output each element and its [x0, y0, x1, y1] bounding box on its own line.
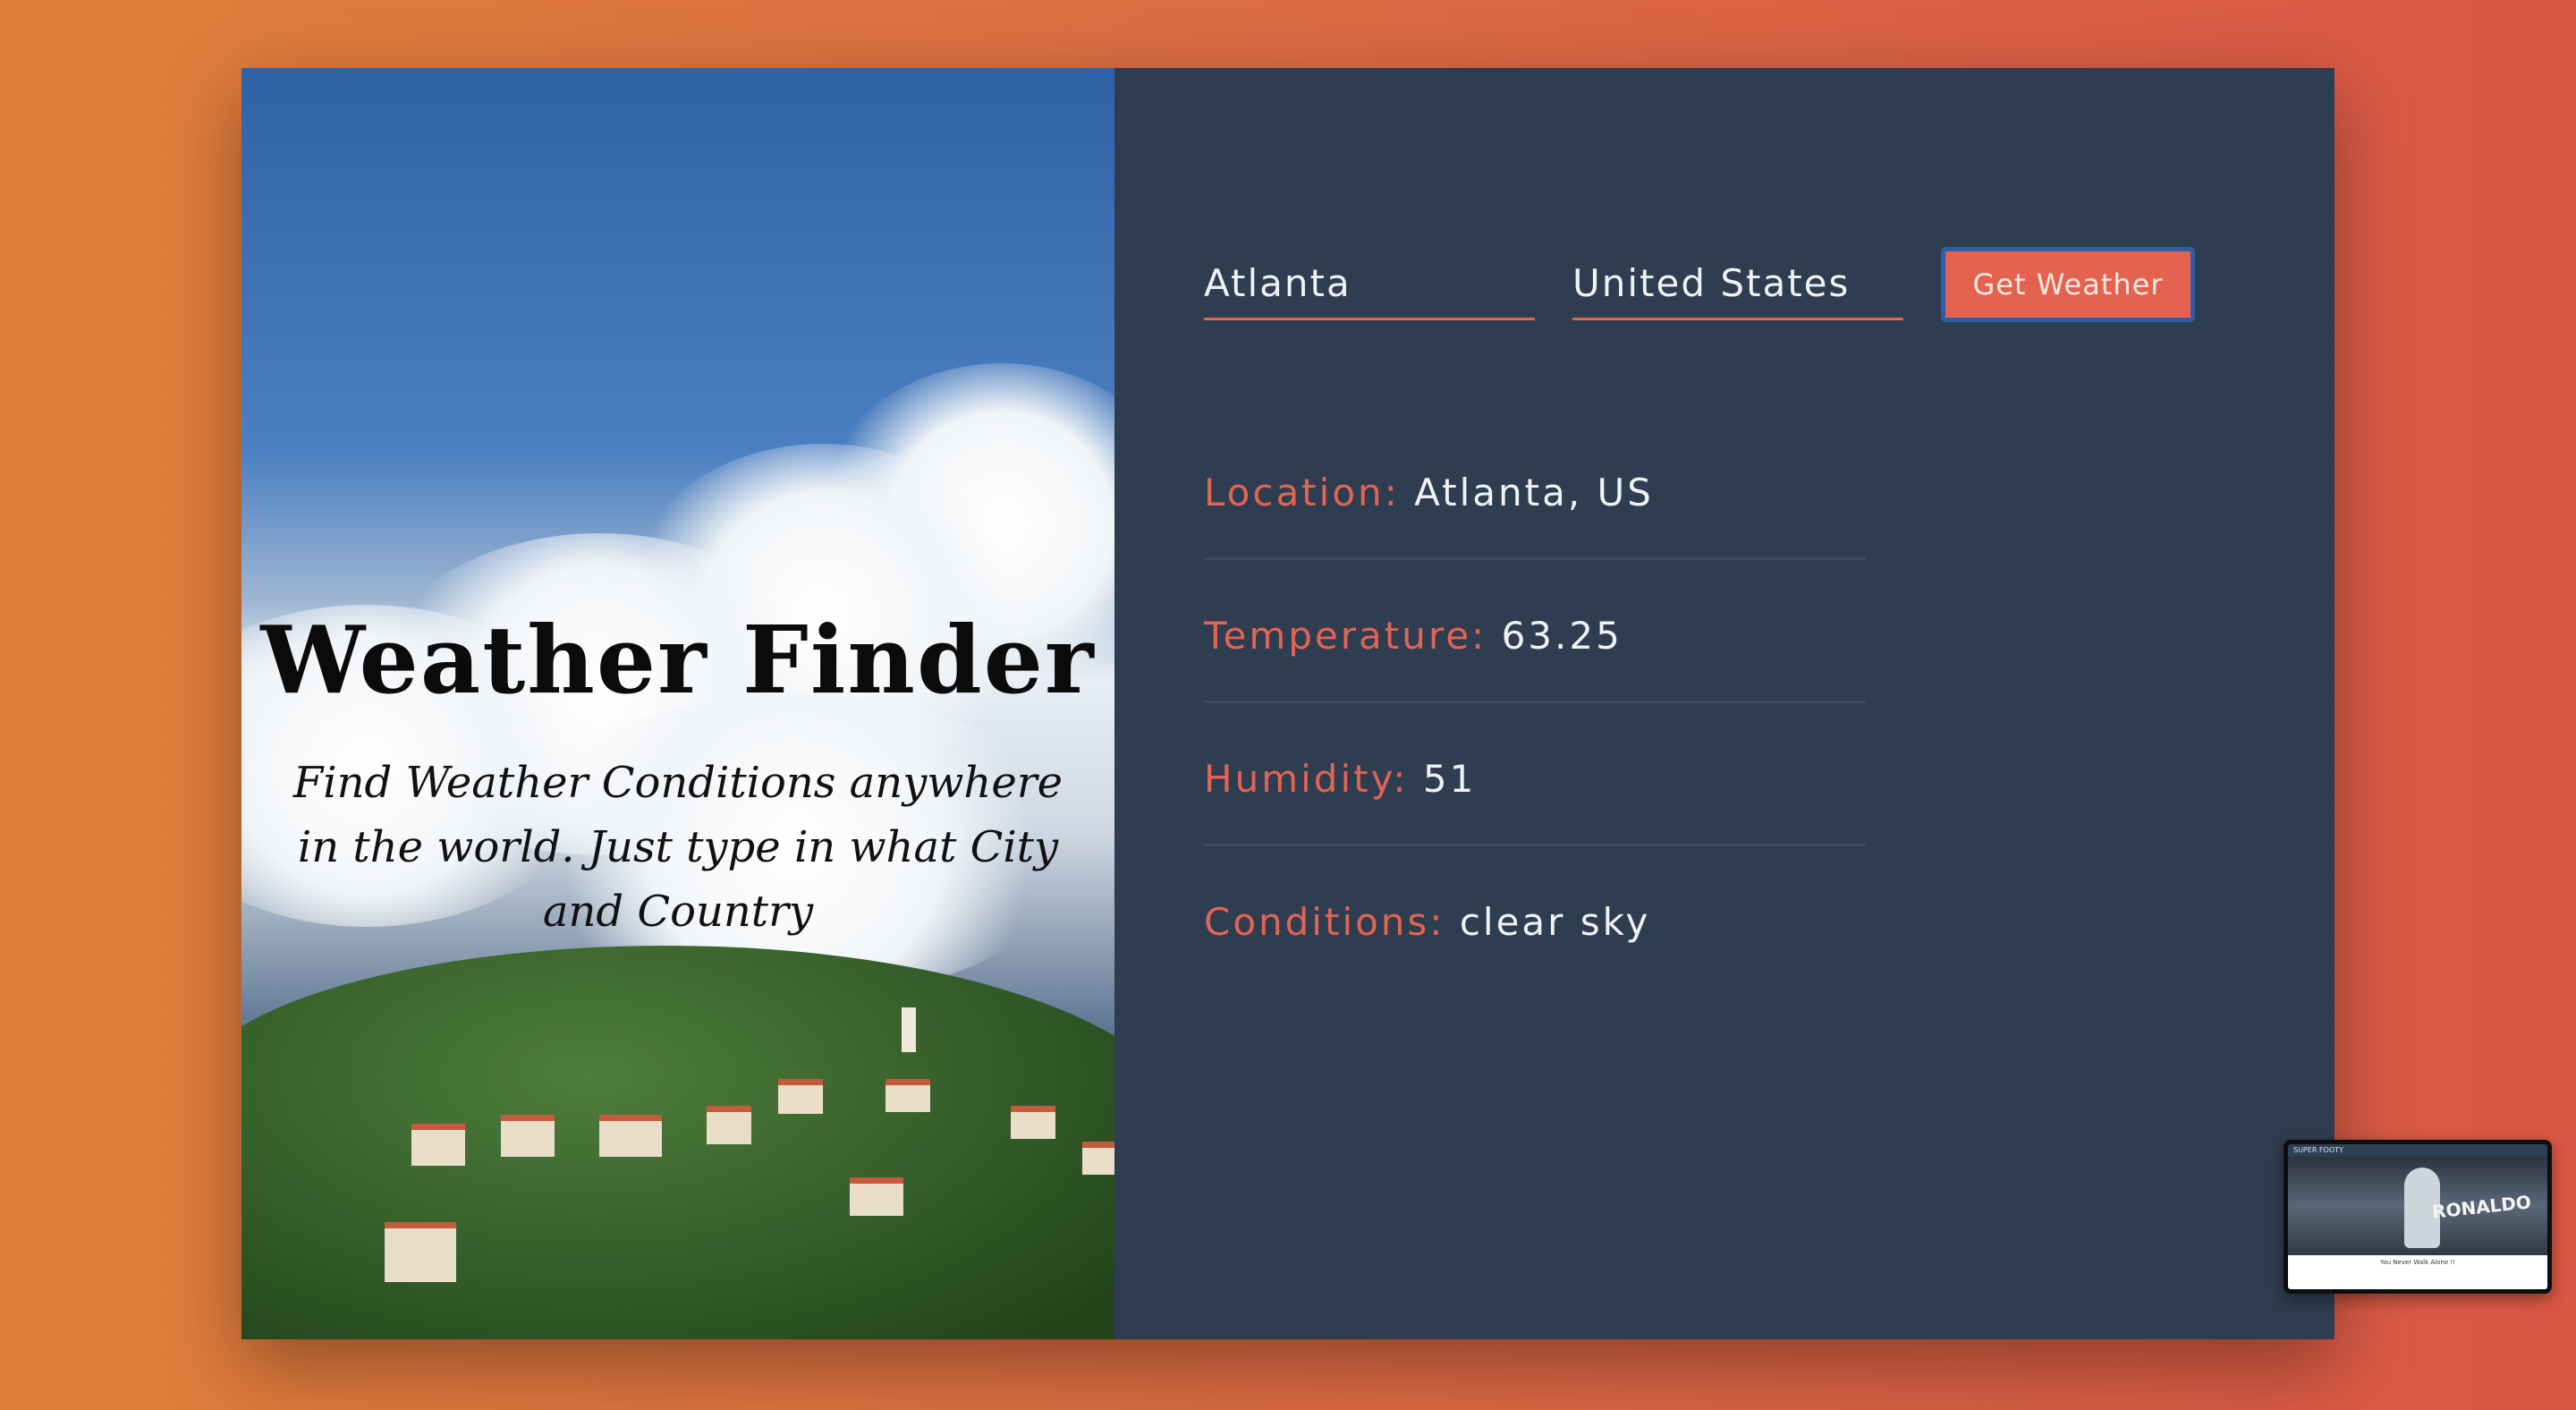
church-tower [902, 1007, 916, 1052]
weather-results: Location: Atlanta, US Temperature: 63.25… [1204, 417, 1866, 990]
house [411, 1124, 465, 1166]
result-location: Location: Atlanta, US [1204, 417, 1866, 560]
house [385, 1222, 456, 1282]
thumbnail-title: SUPER FOOTY [2288, 1144, 2547, 1157]
page-subtitle: Find Weather Conditions anywhere in the … [292, 758, 1063, 937]
city-input[interactable] [1204, 249, 1535, 320]
hero-text: Weather Finder Find Weather Conditions a… [242, 605, 1114, 944]
preview-thumbnail[interactable]: SUPER FOOTY RONALDO You Never Walk Alone… [2284, 1140, 2552, 1294]
result-value: 51 [1422, 757, 1477, 801]
result-conditions: Conditions: clear sky [1204, 846, 1866, 990]
result-value: Atlanta, US [1414, 471, 1654, 514]
result-humidity: Humidity: 51 [1204, 703, 1866, 846]
country-input[interactable] [1572, 249, 1903, 320]
result-label: Conditions: [1204, 900, 1445, 944]
house [778, 1079, 823, 1114]
house [1082, 1142, 1114, 1175]
page-title: Weather Finder [260, 605, 1096, 715]
house [886, 1079, 930, 1112]
result-value: clear sky [1459, 900, 1651, 944]
result-value: 63.25 [1501, 614, 1623, 658]
house [599, 1115, 662, 1157]
result-label: Temperature: [1204, 614, 1487, 658]
house [1011, 1106, 1055, 1139]
house [850, 1177, 903, 1216]
hillside [242, 946, 1114, 1339]
thumbnail-image: RONALDO [2288, 1157, 2547, 1255]
weather-panel: Get Weather Location: Atlanta, US Temper… [1114, 68, 2334, 1339]
result-label: Humidity: [1204, 757, 1409, 801]
house [707, 1106, 751, 1144]
get-weather-button[interactable]: Get Weather [1941, 247, 2195, 322]
thumbnail-hero-text: RONALDO [2431, 1191, 2532, 1223]
weather-form: Get Weather [1204, 247, 2195, 322]
house [501, 1115, 555, 1157]
thumbnail-caption: You Never Walk Alone !! [2288, 1255, 2547, 1289]
app-card: Weather Finder Find Weather Conditions a… [242, 68, 2334, 1339]
result-temperature: Temperature: 63.25 [1204, 560, 1866, 703]
hero-panel: Weather Finder Find Weather Conditions a… [242, 68, 1114, 1339]
result-label: Location: [1204, 471, 1400, 514]
